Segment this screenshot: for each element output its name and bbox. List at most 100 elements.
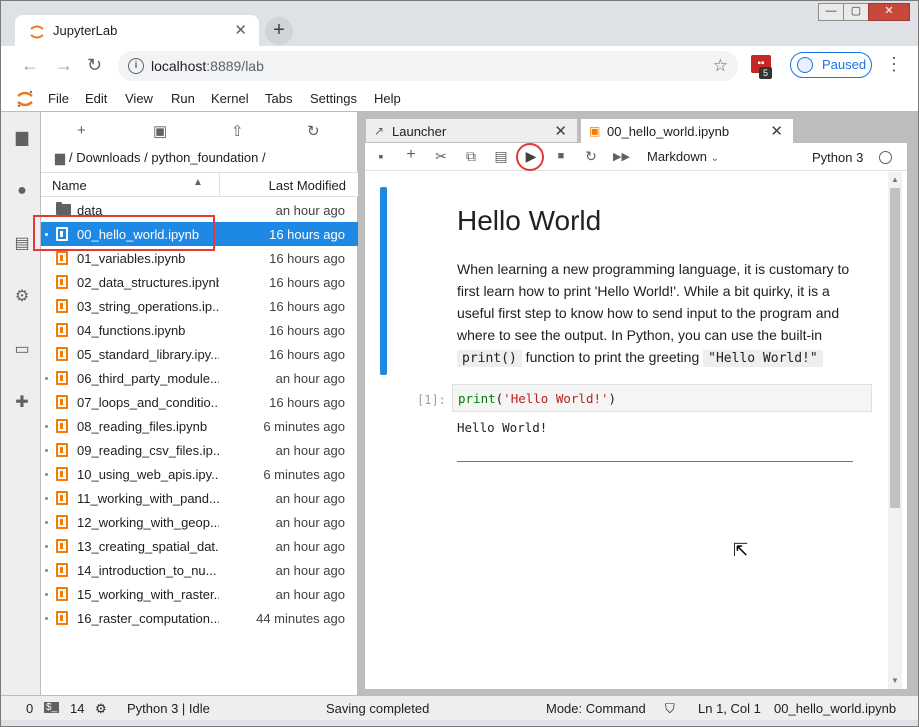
file-row[interactable]: data an hour ago xyxy=(41,198,358,222)
file-row[interactable]: 05_standard_library.ipy... 16 hours ago xyxy=(41,342,358,366)
column-last-modified[interactable]: Last Modified xyxy=(269,178,346,193)
horizontal-rule xyxy=(457,461,853,462)
forward-icon[interactable]: → xyxy=(55,55,73,76)
file-row[interactable]: 15_working_with_raster... an hour ago xyxy=(41,582,358,606)
cut-icon[interactable]: ✂ xyxy=(433,148,449,165)
save-icon[interactable]: ▪ xyxy=(373,148,389,164)
new-folder-icon[interactable]: ▣ xyxy=(153,122,167,140)
file-row[interactable]: 01_variables.ipynb 16 hours ago xyxy=(41,246,358,270)
terminal-count[interactable]: 0 xyxy=(26,701,33,716)
notebook-icon xyxy=(56,323,68,337)
cell-output: Hello World! xyxy=(457,420,548,435)
running-sessions-icon[interactable]: ● xyxy=(13,182,31,200)
profile-button[interactable]: Paused xyxy=(790,52,872,78)
url-path: :8889/lab xyxy=(206,58,264,74)
tabs-icon[interactable]: ▭ xyxy=(13,341,31,359)
chevron-down-icon: ⌄ xyxy=(710,153,719,164)
file-row[interactable]: 00_hello_world.ipynb 16 hours ago xyxy=(41,222,358,246)
menu-help[interactable]: Help xyxy=(374,91,401,106)
notebook-scrollbar[interactable]: ▲ ▼ xyxy=(888,172,902,689)
browser-menu-icon[interactable]: ⋮ xyxy=(885,54,903,75)
file-modified: 16 hours ago xyxy=(269,227,345,242)
reload-icon[interactable]: ↻ xyxy=(87,55,102,76)
menu-run[interactable]: Run xyxy=(171,91,195,106)
menu-tabs[interactable]: Tabs xyxy=(265,91,292,106)
command-palette-icon[interactable]: ▤ xyxy=(13,235,31,253)
stop-icon[interactable]: ■ xyxy=(553,150,569,162)
folder-icon[interactable]: ▆ xyxy=(13,129,31,147)
notebook-panel: ▪ + ✂ ⧉ ▤ ▶ ■ ↻ ▶▶ Markdown ⌄ Python 3 H… xyxy=(365,143,907,689)
file-row[interactable]: 04_functions.ipynb 16 hours ago xyxy=(41,318,358,342)
file-row[interactable]: 03_string_operations.ip... 16 hours ago xyxy=(41,294,358,318)
address-bar[interactable]: i localhost:8889/lab ☆ xyxy=(118,51,738,81)
refresh-icon[interactable]: ↻ xyxy=(307,122,320,140)
upload-icon[interactable]: ⇧ xyxy=(231,122,244,140)
menu-kernel[interactable]: Kernel xyxy=(211,91,249,106)
jupyter-menubar: File Edit View Run Kernel Tabs Settings … xyxy=(1,86,918,112)
close-icon[interactable]: ✕ xyxy=(554,122,567,140)
file-row[interactable]: 10_using_web_apis.ipy... 6 minutes ago xyxy=(41,462,358,486)
scrollbar-thumb[interactable] xyxy=(890,188,900,508)
maximize-icon[interactable]: ▢ xyxy=(843,3,869,21)
file-name: 10_using_web_apis.ipy... xyxy=(77,467,219,482)
file-row[interactable]: 02_data_structures.ipynb 16 hours ago xyxy=(41,270,358,294)
code-cell-input[interactable]: print('Hello World!') xyxy=(452,384,872,412)
file-modified: an hour ago xyxy=(275,203,345,218)
restart-kernel-icon[interactable]: ↻ xyxy=(583,148,599,165)
close-icon[interactable]: ✕ xyxy=(770,122,783,140)
terminal-icon[interactable]: $_ xyxy=(44,702,60,713)
new-tab-button[interactable]: + xyxy=(265,17,293,45)
column-name[interactable]: Name xyxy=(52,178,87,193)
file-row[interactable]: 16_raster_computation... 44 minutes ago xyxy=(41,606,358,630)
cell-type-dropdown[interactable]: Markdown ⌄ xyxy=(647,149,719,164)
copy-icon[interactable]: ⧉ xyxy=(463,148,479,165)
breadcrumb-path[interactable]: / Downloads / python_foundation / xyxy=(69,150,266,165)
file-row[interactable]: 06_third_party_module... an hour ago xyxy=(41,366,358,390)
back-icon[interactable]: ← xyxy=(21,55,39,76)
close-window-icon[interactable]: ✕ xyxy=(868,3,910,21)
new-launcher-icon[interactable]: + xyxy=(77,122,86,139)
file-modified: 16 hours ago xyxy=(269,395,345,410)
file-row[interactable]: 12_working_with_geop... an hour ago xyxy=(41,510,358,534)
file-row[interactable]: 14_introduction_to_nu... an hour ago xyxy=(41,558,358,582)
fast-forward-icon[interactable]: ▶▶ xyxy=(613,150,630,163)
menu-edit[interactable]: Edit xyxy=(85,91,107,106)
kernel-name[interactable]: Python 3 xyxy=(812,150,863,165)
notebook-icon xyxy=(56,419,68,433)
insert-cell-icon[interactable]: + xyxy=(403,146,419,164)
tab-notebook[interactable]: ▣ 00_hello_world.ipynb ✕ xyxy=(580,118,794,144)
file-row[interactable]: 09_reading_csv_files.ip... an hour ago xyxy=(41,438,358,462)
info-icon[interactable]: i xyxy=(128,58,144,74)
file-name: 13_creating_spatial_dat... xyxy=(77,539,219,554)
file-row[interactable]: 13_creating_spatial_dat... an hour ago xyxy=(41,534,358,558)
extensions-icon[interactable]: ✚ xyxy=(13,394,31,412)
browser-tab[interactable]: JupyterLab ✕ xyxy=(15,15,259,47)
property-inspector-icon[interactable]: ⚙ xyxy=(13,288,31,306)
notebook-icon xyxy=(56,563,68,577)
scroll-down-icon[interactable]: ▼ xyxy=(891,676,899,685)
file-row[interactable]: 07_loops_and_conditio... 16 hours ago xyxy=(41,390,358,414)
menu-settings[interactable]: Settings xyxy=(310,91,357,106)
scroll-up-icon[interactable]: ▲ xyxy=(891,175,899,184)
menu-view[interactable]: View xyxy=(125,91,153,106)
profile-status: Paused xyxy=(822,57,867,72)
file-row[interactable]: 08_reading_files.ipynb 6 minutes ago xyxy=(41,414,358,438)
home-folder-icon[interactable]: ▆ xyxy=(55,150,65,165)
kernel-count[interactable]: 14 xyxy=(70,701,84,716)
active-cell-indicator[interactable] xyxy=(380,187,387,375)
file-row[interactable]: 11_working_with_pand... an hour ago xyxy=(41,486,358,510)
bookmark-star-icon[interactable]: ☆ xyxy=(713,56,728,76)
notebook-icon xyxy=(56,299,68,313)
kernel-chip-icon[interactable]: ⚙ xyxy=(95,701,107,717)
file-name: 05_standard_library.ipy... xyxy=(77,347,219,362)
tab-close-icon[interactable]: ✕ xyxy=(234,21,247,39)
trusted-shield-icon[interactable]: ⛉ xyxy=(665,701,675,717)
paste-icon[interactable]: ▤ xyxy=(493,148,509,165)
minimize-icon[interactable]: — xyxy=(818,3,844,21)
menu-file[interactable]: File xyxy=(48,91,69,106)
kernel-status[interactable]: Python 3 | Idle xyxy=(127,701,210,716)
file-name: 03_string_operations.ip... xyxy=(77,299,219,314)
tab-launcher[interactable]: ↗ Launcher ✕ xyxy=(365,118,578,142)
sort-ascending-icon[interactable]: ▲ xyxy=(193,177,203,188)
cursor-position[interactable]: Ln 1, Col 1 xyxy=(698,701,761,716)
